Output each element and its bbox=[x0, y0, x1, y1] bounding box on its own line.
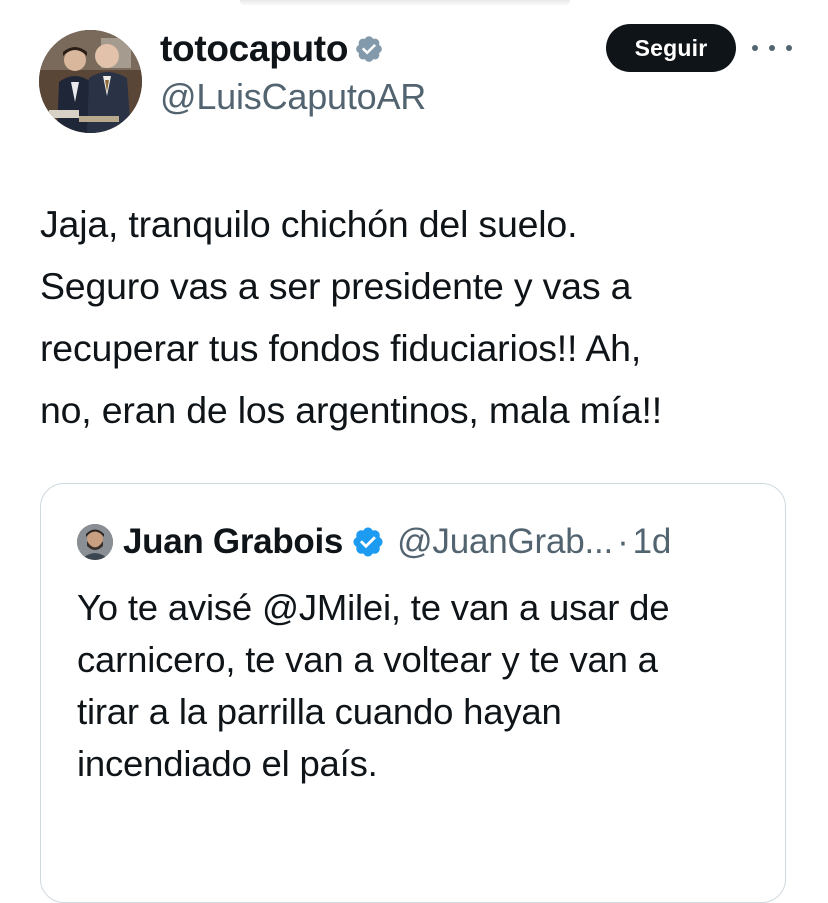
quoted-text-line: tirar a la parrilla cuando hayan bbox=[77, 691, 562, 732]
display-name-row: totocaputo bbox=[160, 26, 426, 72]
follow-button[interactable]: Seguir bbox=[606, 24, 736, 72]
tweet-text-line: Jaja, tranquilo chichón del suelo. bbox=[40, 203, 578, 245]
avatar-photo-icon bbox=[39, 30, 142, 133]
quoted-tweet-card[interactable]: Juan Grabois @JuanGrab... · 1d Yo te avi… bbox=[40, 483, 786, 903]
quoted-avatar-photo-icon bbox=[77, 524, 113, 560]
quoted-text-line: incendiado el país. bbox=[77, 743, 378, 784]
more-dot bbox=[786, 45, 792, 51]
more-dot bbox=[752, 45, 758, 51]
tweet-text-line: no, eran de los argentinos, mala mía!! bbox=[40, 389, 662, 431]
quoted-tweet-text: Yo te avisé @JMilei, te van a usar de ca… bbox=[77, 582, 767, 790]
author-info: totocaputo @LuisCaputoAR bbox=[160, 26, 426, 118]
author-avatar[interactable] bbox=[39, 30, 142, 133]
quoted-text-line: carnicero, te van a voltear y te van a bbox=[77, 639, 658, 680]
meta-separator: · bbox=[617, 522, 629, 561]
more-dot bbox=[769, 45, 775, 51]
top-edge-shadow bbox=[240, 0, 570, 6]
verified-badge-icon[interactable] bbox=[351, 525, 385, 559]
author-handle[interactable]: @LuisCaputoAR bbox=[160, 76, 426, 118]
tweet-text: Jaja, tranquilo chichón del suelo. Segur… bbox=[40, 193, 800, 441]
quoted-tweet-header: Juan Grabois @JuanGrab... · 1d bbox=[77, 520, 671, 564]
quoted-author-handle[interactable]: @JuanGrab... bbox=[397, 522, 613, 562]
verified-badge-icon[interactable] bbox=[354, 34, 384, 64]
quoted-text-line: Yo te avisé @JMilei, te van a usar de bbox=[77, 587, 670, 628]
quoted-author-display-name[interactable]: Juan Grabois bbox=[123, 522, 343, 562]
quoted-tweet-time[interactable]: 1d bbox=[633, 522, 672, 562]
quoted-author-avatar[interactable] bbox=[77, 524, 113, 560]
tweet-text-line: Seguro vas a ser presidente y vas a bbox=[40, 265, 632, 307]
author-display-name[interactable]: totocaputo bbox=[160, 28, 348, 70]
more-options-icon[interactable] bbox=[752, 38, 792, 58]
tweet-text-line: recuperar tus fondos fiduciarios!! Ah, bbox=[40, 327, 642, 369]
